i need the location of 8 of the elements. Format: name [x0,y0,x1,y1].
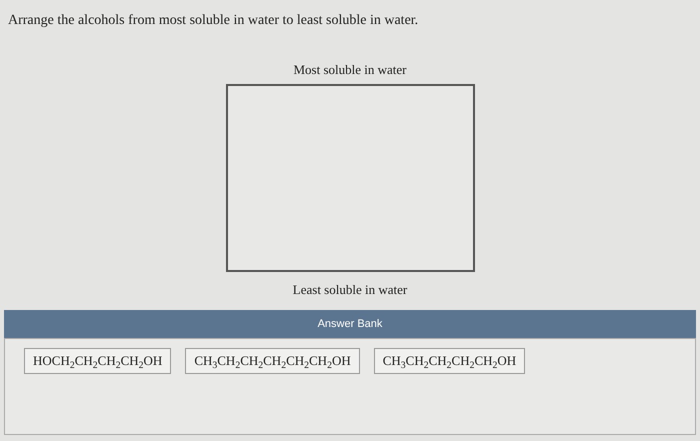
ranking-top-label: Most soluble in water [293,61,406,79]
answer-chip[interactable]: HOCH$_{2}$CH$_{2}$CH$_{2}$CH$_{2}$OH [24,348,172,374]
answer-chip[interactable]: CH$_{3}$CH$_{2}$CH$_{2}$CH$_{2}$CH$_{2}$CH$_{2}$OH [185,348,360,374]
answer-bank-title: Answer Bank [318,316,382,332]
ranking-drop-area[interactable] [226,84,474,272]
ranking-bottom-label: Least soluble in water [292,280,408,298]
question-text: Arrange the alcohols from most soluble in water to least soluble in water. [8,13,418,28]
answer-chip[interactable]: CH$_{3}$CH$_{2}$CH$_{2}$CH$_{2}$CH$_{2}$OH [374,348,526,374]
